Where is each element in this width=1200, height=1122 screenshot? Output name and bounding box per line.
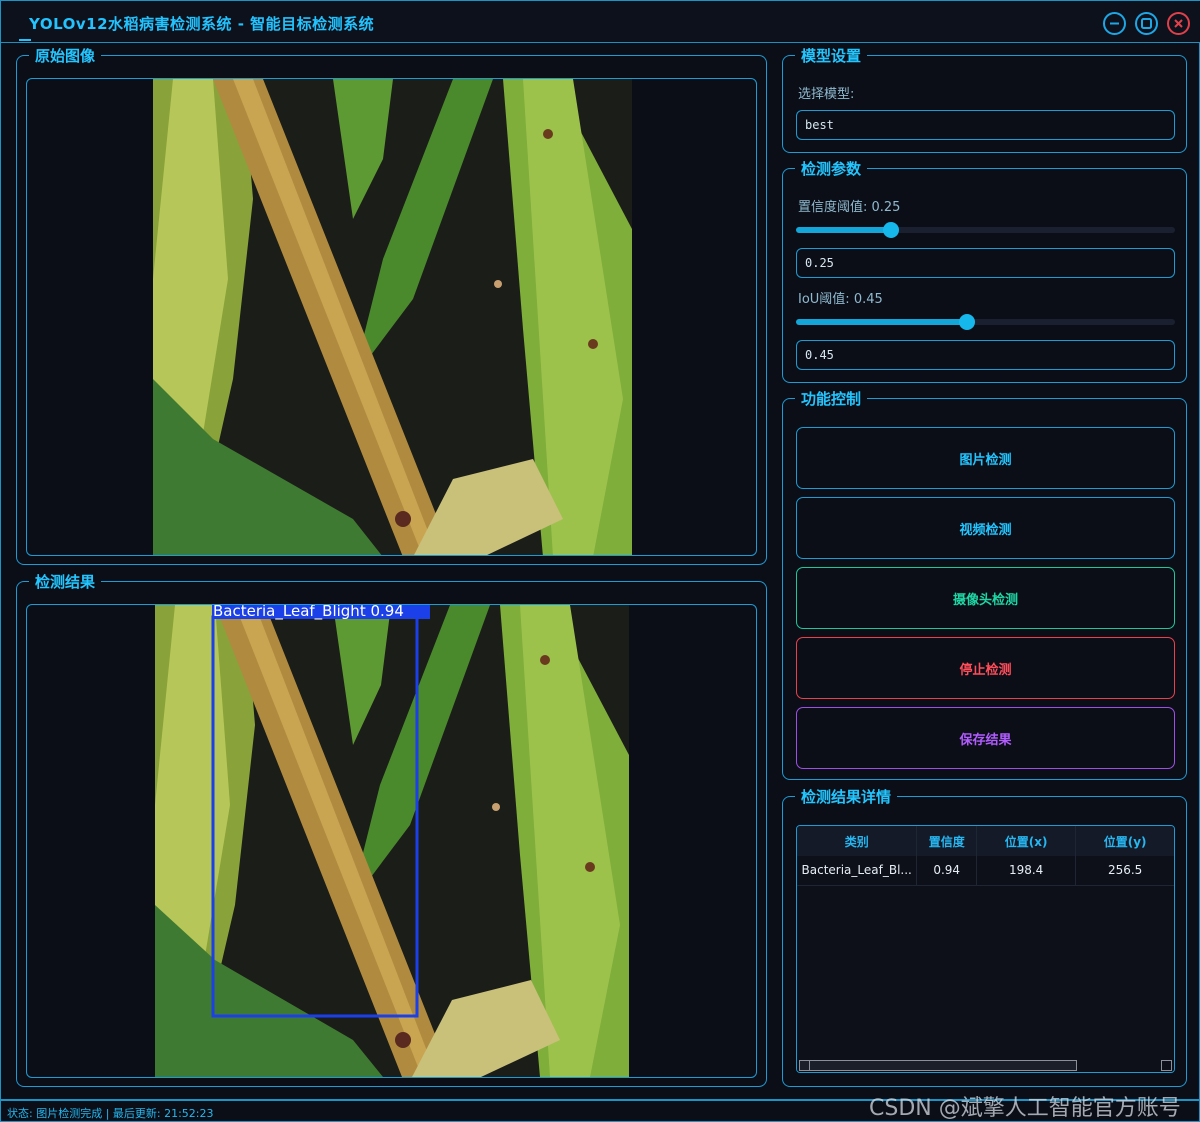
original-image-title: 原始图像	[29, 47, 102, 65]
close-icon	[1174, 19, 1183, 28]
watermark: CSDN @斌擎人工智能官方账号	[869, 1096, 1181, 1121]
scroll-right-button[interactable]	[1161, 1060, 1172, 1071]
confidence-slider[interactable]	[796, 222, 1175, 238]
model-select-label: 选择模型:	[798, 87, 855, 102]
results-table: 类别 置信度 位置(x) 位置(y) Bacteria_Leaf_Bl... 0…	[796, 825, 1175, 1073]
function-controls-panel: 功能控制 图片检测 视频检测 摄像头检测 停止检测 保存结果	[782, 390, 1187, 780]
original-image-panel: 原始图像	[16, 47, 767, 565]
status-bar: 状态: 图片检测完成 | 最后更新: 21:52:23	[7, 1107, 214, 1120]
maximize-button[interactable]	[1135, 12, 1158, 35]
minimize-icon	[1110, 22, 1119, 25]
detection-params-panel: 检测参数 置信度阈值: 0.25 0.25 IoU阈值: 0.45 0.45	[782, 160, 1187, 383]
iou-label: IoU阈值: 0.45	[798, 292, 883, 307]
confidence-slider-fill	[796, 227, 891, 233]
video-detect-button[interactable]: 视频检测	[796, 497, 1175, 559]
iou-slider-handle[interactable]	[958, 314, 975, 330]
table-header-row: 类别 置信度 位置(x) 位置(y)	[797, 826, 1174, 856]
column-header-y[interactable]: 位置(y)	[1075, 826, 1174, 856]
save-results-button[interactable]: 保存结果	[796, 707, 1175, 769]
results-detail-panel: 检测结果详情 类别 置信度 位置(x) 位置(y) Bacteria_Leaf_…	[782, 788, 1187, 1087]
detection-params-title: 检测参数	[795, 160, 868, 178]
table-row[interactable]: Bacteria_Leaf_Bl... 0.94 198.4 256.5	[797, 856, 1174, 886]
function-controls-title: 功能控制	[795, 390, 868, 408]
title-bar: YOLOv12水稻病害检测系统 - 智能目标检测系统	[1, 1, 1200, 43]
rice-leaf-photo	[153, 79, 632, 555]
detection-label: Bacteria_Leaf_Blight 0.94	[213, 605, 404, 620]
result-image-title: 检测结果	[29, 573, 102, 591]
stop-detect-button[interactable]: 停止检测	[796, 637, 1175, 699]
cell-x: 198.4	[976, 856, 1077, 886]
results-detail-title: 检测结果详情	[795, 788, 898, 806]
column-header-class[interactable]: 类别	[797, 826, 918, 856]
image-detect-button[interactable]: 图片检测	[796, 427, 1175, 489]
camera-detect-button[interactable]: 摄像头检测	[796, 567, 1175, 629]
scrollbar-thumb[interactable]	[799, 1060, 1077, 1071]
result-image-panel: 检测结果 Bacteria_Leaf_Blight 0.94	[16, 573, 767, 1087]
result-image: Bacteria_Leaf_Blight 0.94	[155, 605, 629, 1077]
cell-y: 256.5	[1075, 856, 1174, 886]
confidence-slider-handle[interactable]	[882, 222, 899, 238]
model-settings-panel: 模型设置 选择模型: best	[782, 47, 1187, 153]
model-settings-title: 模型设置	[795, 47, 868, 65]
original-image-frame	[26, 78, 757, 556]
maximize-icon	[1141, 18, 1152, 29]
result-image-frame: Bacteria_Leaf_Blight 0.94	[26, 604, 757, 1078]
app-window: YOLOv12水稻病害检测系统 - 智能目标检测系统 原始图像 检测结果 Bac…	[0, 0, 1200, 1122]
confidence-input[interactable]: 0.25	[796, 248, 1175, 278]
confidence-label: 置信度阈值: 0.25	[798, 200, 901, 215]
scroll-left-button[interactable]	[799, 1060, 810, 1071]
iou-slider[interactable]	[796, 314, 1175, 330]
column-header-x[interactable]: 位置(x)	[976, 826, 1077, 856]
close-button[interactable]	[1167, 12, 1190, 35]
iou-input[interactable]: 0.45	[796, 340, 1175, 370]
cell-confidence: 0.94	[916, 856, 977, 886]
window-title: YOLOv12水稻病害检测系统 - 智能目标检测系统	[29, 15, 375, 33]
cell-class: Bacteria_Leaf_Bl...	[797, 856, 918, 886]
original-image	[153, 79, 632, 555]
title-underline	[19, 39, 31, 41]
horizontal-scrollbar[interactable]	[797, 1059, 1174, 1072]
iou-slider-fill	[796, 319, 967, 325]
model-select[interactable]: best	[796, 110, 1175, 140]
minimize-button[interactable]	[1103, 12, 1126, 35]
rice-leaf-result-photo	[155, 605, 629, 1077]
column-header-confidence[interactable]: 置信度	[916, 826, 977, 856]
